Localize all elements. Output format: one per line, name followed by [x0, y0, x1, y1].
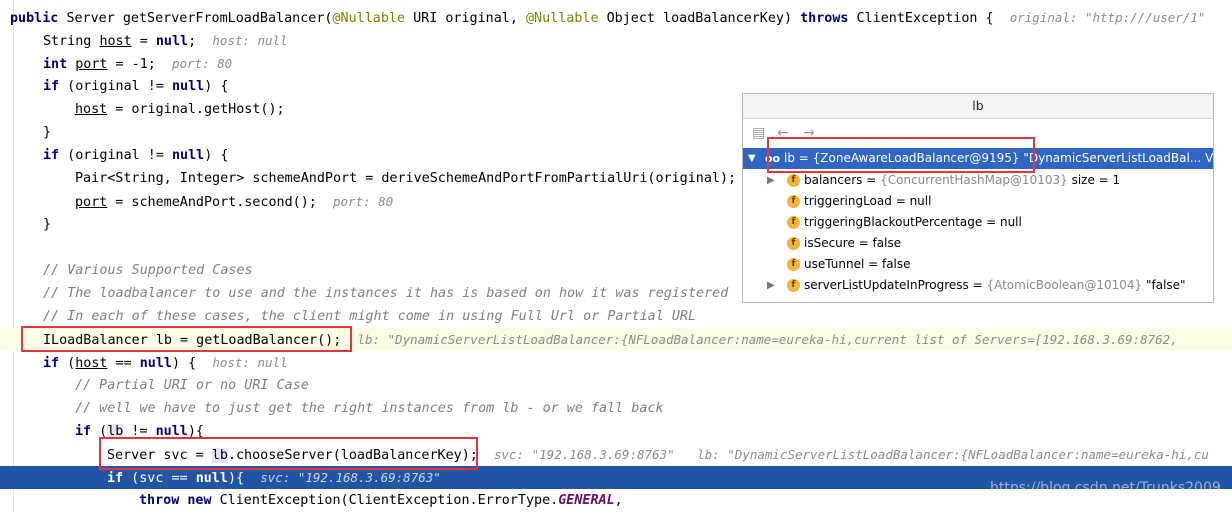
- code-line-17[interactable]: // well we have to just get the right in…: [0, 397, 1232, 420]
- keyword: null: [155, 34, 189, 49]
- code-token: (svc ==: [123, 471, 196, 486]
- code-comment: // well we have to just get the right in…: [75, 401, 664, 416]
- code-token: Pair<String, Integer> schemeAndPort = de…: [75, 171, 737, 186]
- code-comment: // The loadbalancer to use and the insta…: [43, 286, 729, 301]
- code-token: ) {: [172, 356, 197, 371]
- inline-debug-value: svc: "192.168.3.69:8763": [260, 470, 441, 485]
- code-token: Object loadBalancerKey): [606, 11, 801, 26]
- tree-row-triggeringload[interactable]: f triggeringLoad = null: [743, 191, 1213, 212]
- keyword: if: [43, 79, 60, 94]
- code-token: URI original,: [413, 11, 526, 26]
- code-line-15[interactable]: if (host == null) { host: null: [0, 351, 1232, 374]
- inline-debug-value: host: null: [212, 33, 288, 48]
- code-line-2[interactable]: String host = null; host: null: [0, 29, 1232, 52]
- inline-debug-value: host: null: [212, 355, 288, 370]
- field-icon: f: [787, 237, 800, 250]
- popup-title: lb: [743, 94, 1213, 119]
- field-icon: f: [787, 279, 800, 292]
- code-token: (original !=: [59, 148, 172, 163]
- variable: host: [75, 102, 108, 117]
- tree-row-label: triggeringLoad = null: [804, 194, 932, 208]
- keyword: throw: [139, 493, 180, 508]
- code-token: ==: [107, 356, 140, 371]
- code-token: =: [131, 34, 156, 49]
- keyword: if: [75, 424, 92, 439]
- code-token: getServerFromLoadBalancer(: [122, 11, 333, 26]
- inline-debug-value: original: "http:///user/1": [1009, 10, 1206, 25]
- code-token: ClientException {: [856, 11, 994, 26]
- annotation: @Nullable: [332, 11, 406, 26]
- code-token: Server: [66, 11, 115, 26]
- variable: host: [99, 34, 132, 49]
- field-icon: f: [787, 195, 800, 208]
- keyword: if: [43, 356, 60, 371]
- keyword: int: [43, 57, 68, 72]
- code-token: String: [43, 34, 100, 49]
- keyword: null: [172, 148, 205, 163]
- code-token: (: [59, 356, 76, 371]
- keyword: if: [107, 471, 124, 486]
- code-token: ){: [227, 471, 245, 486]
- inline-debug-value: port: 80: [332, 194, 394, 209]
- code-token: = schemeAndPort.second();: [107, 195, 317, 210]
- code-token: }: [43, 217, 52, 232]
- annotation: @Nullable: [525, 11, 599, 26]
- keyword: if: [43, 148, 60, 163]
- keyword: null: [172, 79, 205, 94]
- code-line-13[interactable]: // In each of these cases, the client mi…: [0, 305, 1232, 328]
- code-token: (original !=: [59, 79, 172, 94]
- variable: port: [75, 57, 108, 72]
- chevron-right-icon[interactable]: ▶: [767, 275, 775, 296]
- constant: GENERAL: [558, 493, 615, 508]
- tree-row-triggeringblackoutpercentage[interactable]: f triggeringBlackoutPercentage = null: [743, 212, 1213, 233]
- field-icon: f: [787, 174, 800, 187]
- variable: port: [75, 195, 108, 210]
- code-comment: // In each of these cases, the client mi…: [43, 309, 697, 324]
- code-token: }: [43, 125, 52, 140]
- code-line-1[interactable]: public Server getServerFromLoadBalancer(…: [0, 6, 1232, 29]
- tree-row-serverlistupdateinprogress[interactable]: ▶ f serverListUpdateInProgress = {Atomic…: [743, 275, 1213, 296]
- code-token: ClientException(ClientException.ErrorTyp…: [211, 493, 559, 508]
- tree-row-label: isSecure = false: [804, 236, 902, 250]
- code-line-16[interactable]: // Partial URI or no URI Case: [0, 374, 1232, 397]
- keyword: public: [10, 11, 59, 26]
- code-token: = original.getHost();: [107, 102, 285, 117]
- tree-row-label: balancers = {ConcurrentHashMap@10103} si…: [804, 173, 1121, 187]
- tree-row-balancers[interactable]: ▶ f balancers = {ConcurrentHashMap@10103…: [743, 170, 1213, 191]
- tree-row-issecure[interactable]: f isSecure = false: [743, 233, 1213, 254]
- tree-row-label: useTunnel = false: [804, 257, 911, 271]
- field-icon: f: [787, 216, 800, 229]
- variable-inspect-popup[interactable]: lb ▤ ← → ▼ oo lb = {ZoneAwareLoadBalance…: [742, 93, 1214, 303]
- code-comment: // Partial URI or no URI Case: [75, 378, 309, 393]
- highlight-box-lb-value: [767, 137, 1035, 173]
- code-token: ) {: [204, 148, 229, 163]
- code-token: ,: [614, 493, 623, 508]
- chevron-down-icon[interactable]: ▼: [748, 148, 756, 169]
- code-line-3[interactable]: int port = -1; port: 80: [0, 52, 1232, 75]
- highlight-box-getloadbalancer: [21, 326, 352, 352]
- tree-row-label: serverListUpdateInProgress = {AtomicBool…: [804, 278, 1186, 292]
- inline-debug-value: port: 80: [172, 56, 233, 71]
- tree-view-icon[interactable]: ▤: [752, 124, 765, 142]
- code-token: ;: [188, 34, 197, 49]
- field-icon: f: [787, 258, 800, 271]
- code-token: = -1;: [107, 57, 156, 72]
- tree-row-label: triggeringBlackoutPercentage = null: [804, 215, 1022, 229]
- tree-row-usetunnel[interactable]: f useTunnel = false: [743, 254, 1213, 275]
- variable: host: [75, 356, 108, 371]
- inline-debug-value: lb: "DynamicServerListLoadBalancer:{NFLo…: [357, 332, 1178, 347]
- watermark: https://blog.csdn.net/Trunks2009: [990, 480, 1221, 496]
- chevron-right-icon[interactable]: ▶: [767, 170, 775, 191]
- keyword: null: [139, 356, 172, 371]
- keyword: throws: [800, 11, 849, 26]
- keyword: new: [187, 493, 212, 508]
- keyword: null: [195, 471, 228, 486]
- highlight-box-chooseserver: [99, 437, 478, 470]
- code-comment: // Various Supported Cases: [43, 263, 253, 278]
- code-token: ) {: [204, 79, 229, 94]
- inline-debug-value: svc: "192.168.3.69:8763" lb: "DynamicSer…: [493, 447, 1209, 462]
